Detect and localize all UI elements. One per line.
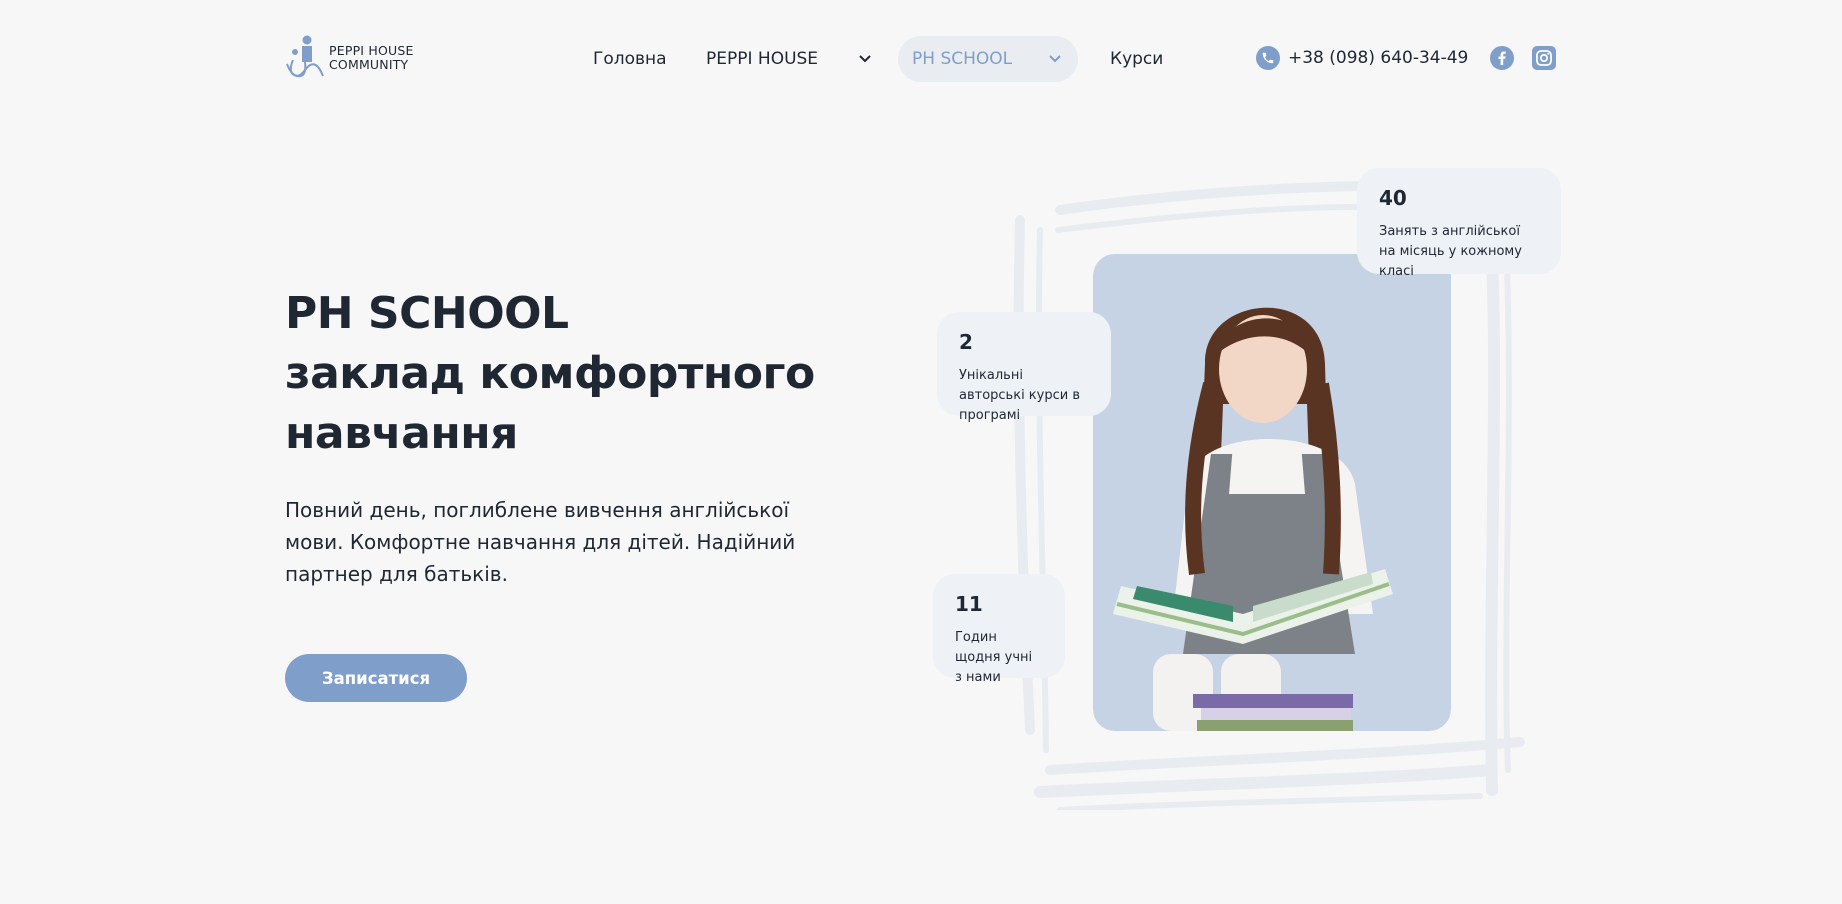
stat-number: 40 <box>1379 186 1407 210</box>
phone-link[interactable]: +38 (098) 640-34-49 <box>1256 46 1468 70</box>
instagram-link[interactable] <box>1532 46 1556 70</box>
stat-number: 11 <box>955 592 983 616</box>
nav-item-label: PH SCHOOL <box>912 49 1013 69</box>
stat-number: 2 <box>959 330 973 354</box>
enroll-button[interactable]: Записатися <box>285 654 467 702</box>
hero-title-line: заклад комфортного <box>285 348 815 399</box>
hero-title: PH SCHOOL заклад комфортного навчання <box>285 284 815 464</box>
chevron-down-icon <box>858 52 872 66</box>
hero-title-line: навчання <box>285 408 518 459</box>
stat-card-courses: 2 Унікальні авторські курси в програмі <box>937 312 1111 423</box>
nav-item-courses[interactable]: Курси <box>1110 36 1163 82</box>
stat-text: Занять з англійської на місяць у кожному… <box>1379 224 1522 279</box>
facebook-icon <box>1490 46 1514 70</box>
stat-text: Годин щодня учні з нами <box>955 630 1033 685</box>
girl-reading-illustration <box>1113 307 1393 731</box>
logo-line2: COMMUNITY <box>329 57 409 72</box>
logo-line1: PEPPI HOUSE <box>329 43 414 58</box>
stat-card-hours: 11 Годин щодня учні з нами <box>933 574 1065 685</box>
hero-title-line: PH SCHOOL <box>285 288 569 339</box>
nav-item-ph-school[interactable]: PH SCHOOL <box>898 36 1078 82</box>
facebook-link[interactable] <box>1490 46 1514 70</box>
nav-item-label: Головна <box>593 49 667 69</box>
nav-item-peppi-house[interactable]: PEPPI HOUSE <box>706 36 872 82</box>
instagram-icon <box>1532 46 1556 70</box>
nav-item-home[interactable]: Головна <box>593 36 667 82</box>
nav-item-label: PEPPI HOUSE <box>706 49 819 69</box>
phone-icon <box>1256 46 1280 70</box>
stat-text: Унікальні авторські курси в програмі <box>959 368 1080 423</box>
nav-item-label: Курси <box>1110 49 1164 69</box>
stat-card-lessons: 40 Занять з англійської на місяць у кожн… <box>1357 168 1561 279</box>
logo[interactable]: PEPPI HOUSE COMMUNITY <box>285 34 414 82</box>
phone-number: +38 (098) 640-34-49 <box>1288 48 1469 68</box>
chevron-down-icon <box>1048 52 1062 66</box>
hero-description: Повний день, поглиблене вивчення англійс… <box>285 498 796 586</box>
logo-mark-icon <box>286 35 324 78</box>
logo-text: PEPPI HOUSE COMMUNITY <box>329 44 414 72</box>
student-photo <box>1093 254 1451 731</box>
